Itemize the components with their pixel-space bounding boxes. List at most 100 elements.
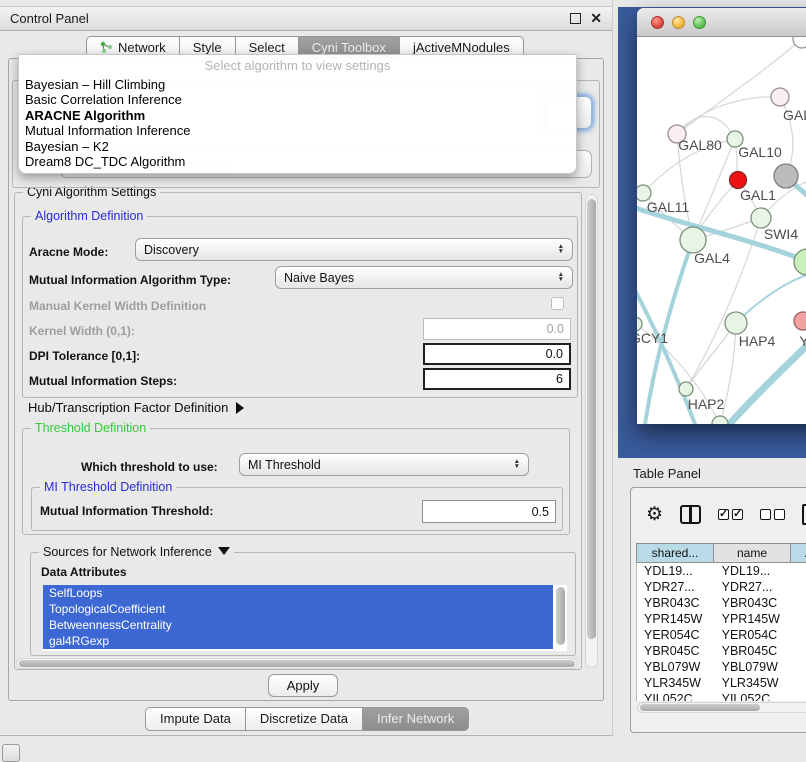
tab-cyni-toolbox-label: Cyni Toolbox	[312, 40, 386, 55]
network-node[interactable]	[793, 37, 806, 48]
algorithm-definition-title: Algorithm Definition	[31, 209, 147, 223]
mi-steps-value: 6	[556, 372, 563, 386]
network-node-gray[interactable]	[774, 164, 798, 188]
table-horizontal-scrollbar[interactable]	[637, 702, 806, 713]
table-row[interactable]: YER054C YER054C 8.	[637, 627, 806, 643]
network-node[interactable]	[771, 88, 789, 106]
close-traffic-light-icon[interactable]	[651, 16, 664, 29]
table-horizontal-scrollbar-thumb[interactable]	[640, 704, 760, 711]
network-node-hap2[interactable]	[679, 382, 693, 396]
cell-name: YBR043C	[715, 595, 793, 611]
gear-icon[interactable]: ⚙	[646, 505, 663, 524]
network-graph: GAL GAL80 GAL10 GAL1 GAL11 SWI4 GAL4 GCY…	[637, 37, 806, 424]
cell-value	[792, 659, 806, 675]
network-node-hap4[interactable]	[725, 312, 747, 334]
node-table: shared... name A YDL19... YDL19... 13 YD…	[636, 543, 806, 701]
attribute-item-selected[interactable]: SelfLoops	[43, 585, 553, 601]
mi-algorithm-type-value: Naive Bayes	[284, 271, 354, 285]
table-row[interactable]: YBL079W YBL079W	[637, 659, 806, 675]
stepper-arrows-icon: ▲▼	[558, 273, 564, 282]
node-label-gal80: GAL80	[678, 137, 722, 153]
table-panel-title: Table Panel	[633, 466, 701, 481]
cell-value: 13	[792, 563, 806, 579]
table-header-row: shared... name A	[636, 543, 806, 563]
attributes-scrollbar-thumb[interactable]	[556, 587, 565, 645]
collapsed-panel-button[interactable]	[2, 744, 20, 762]
which-threshold-select[interactable]: MI Threshold ▲▼	[239, 453, 529, 476]
menu-item-algorithm[interactable]: Basic Correlation Inference	[19, 92, 576, 107]
settings-vertical-scrollbar[interactable]	[585, 194, 598, 668]
attribute-item-selected[interactable]: BetweennessCentrality	[43, 617, 553, 633]
network-node-swi4[interactable]	[794, 249, 806, 275]
menu-item-algorithm[interactable]: Bayesian – K2	[19, 139, 576, 154]
table-row[interactable]: YPR145W YPR145W 9.	[637, 611, 806, 627]
table-row[interactable]: YBR043C YBR043C	[637, 595, 806, 611]
tab-network-label: Network	[118, 40, 166, 55]
table-panel-box: ⚙ shared... name A YDL19... YDL19... 13	[630, 487, 806, 733]
tab-infer-network-label: Infer Network	[377, 711, 454, 726]
table-body[interactable]: YDL19... YDL19... 13 YDR27... YDR27... 1…	[636, 563, 806, 701]
column-header-third[interactable]: A	[790, 544, 806, 562]
menu-item-algorithm-selected[interactable]: ARACNE Algorithm	[19, 108, 576, 123]
menu-item-algorithm[interactable]: Mutual Information Inference	[19, 123, 576, 138]
cell-shared-name: YBL079W	[637, 659, 715, 675]
node-label-gal1: GAL1	[740, 187, 776, 203]
tab-impute-data[interactable]: Impute Data	[145, 707, 246, 731]
tab-discretize-data[interactable]: Discretize Data	[245, 707, 363, 731]
mi-steps-input[interactable]: 6	[423, 368, 571, 390]
mi-threshold-input[interactable]: 0.5	[422, 500, 556, 523]
deselect-all-checkboxes-icon[interactable]	[760, 509, 785, 520]
aracne-mode-select[interactable]: Discovery ▲▼	[135, 238, 573, 261]
settings-vertical-scrollbar-thumb[interactable]	[587, 199, 596, 639]
kernel-width-input[interactable]: 0.0	[423, 318, 571, 340]
manual-kernel-width-checkbox[interactable]	[551, 297, 564, 310]
columns-icon[interactable]	[680, 505, 701, 524]
attribute-item-selected[interactable]: gal4RGexp	[43, 633, 553, 649]
network-node-red[interactable]	[730, 172, 747, 189]
node-label-hap2: HAP2	[688, 396, 725, 412]
zoom-traffic-light-icon[interactable]	[693, 16, 706, 29]
table-row[interactable]: YIL052C YIL052C 9.	[637, 691, 806, 701]
document-icon[interactable]	[802, 504, 806, 525]
close-icon[interactable]: ✕	[590, 13, 602, 24]
network-node-gal1[interactable]	[751, 208, 771, 228]
data-attributes-list[interactable]: SelfLoops TopologicalCoefficient Between…	[43, 585, 567, 651]
cell-shared-name: YER054C	[637, 627, 715, 643]
menu-item-algorithm[interactable]: Bayesian – Hill Climbing	[19, 77, 576, 92]
data-attributes-label: Data Attributes	[41, 565, 127, 579]
stepper-arrows-icon: ▲▼	[558, 245, 564, 254]
menu-item-algorithm[interactable]: Dream8 DC_TDC Algorithm	[19, 154, 576, 169]
tab-infer-network[interactable]: Infer Network	[362, 707, 469, 731]
table-row[interactable]: YDL19... YDL19... 13	[637, 563, 806, 579]
aracne-mode-label: Aracne Mode:	[29, 245, 108, 259]
network-node[interactable]	[712, 416, 728, 424]
node-label-gal11: GAL11	[647, 199, 690, 215]
hub-transcription-factor-expander[interactable]: Hub/Transcription Factor Definition	[28, 400, 244, 415]
expand-right-icon	[236, 402, 244, 414]
dpi-tolerance-input[interactable]: 0.0	[423, 343, 571, 365]
tab-jactivemnodules-label: jActiveMNodules	[413, 40, 510, 55]
network-node-pink[interactable]	[794, 312, 806, 330]
settings-horizontal-scrollbar[interactable]	[16, 658, 578, 669]
network-canvas[interactable]: GAL GAL80 GAL10 GAL1 GAL11 SWI4 GAL4 GCY…	[637, 37, 806, 424]
select-all-checkboxes-icon[interactable]	[718, 509, 743, 520]
mi-algorithm-type-select[interactable]: Naive Bayes ▲▼	[275, 266, 573, 289]
cell-value: 9.	[792, 675, 806, 691]
minimize-traffic-light-icon[interactable]	[672, 16, 685, 29]
sources-group-title[interactable]: Sources for Network Inference	[39, 545, 234, 559]
attribute-item-selected[interactable]: TopologicalCoefficient	[43, 601, 553, 617]
apply-button[interactable]: Apply	[268, 674, 338, 697]
table-row[interactable]: YBR045C YBR045C 9.	[637, 643, 806, 659]
node-label-gal10: GAL10	[738, 144, 782, 160]
settings-horizontal-scrollbar-thumb[interactable]	[19, 660, 575, 667]
cell-value: 9.	[792, 643, 806, 659]
column-header-shared-name[interactable]: shared...	[636, 544, 714, 562]
column-header-name[interactable]: name	[713, 544, 791, 562]
table-row[interactable]: YDR27... YDR27... 12	[637, 579, 806, 595]
cell-shared-name: YLR345W	[637, 675, 715, 691]
table-row[interactable]: YLR345W YLR345W 9.	[637, 675, 806, 691]
node-label-gal7: GAL	[783, 107, 806, 123]
float-window-icon[interactable]	[570, 13, 581, 24]
manual-kernel-width-label: Manual Kernel Width Definition	[29, 299, 206, 313]
dpi-tolerance-value: 0.0	[546, 347, 563, 361]
